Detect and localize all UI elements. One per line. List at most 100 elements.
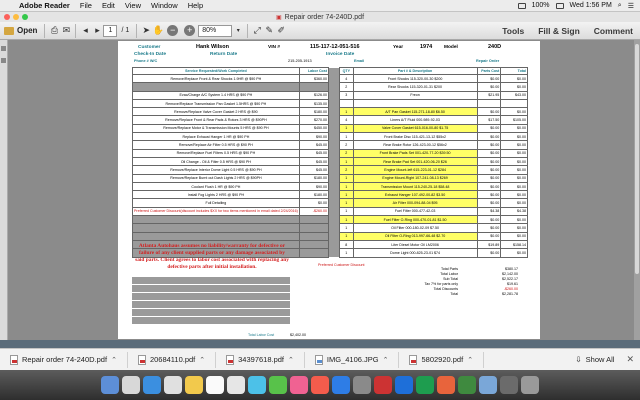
qty-cell: 2 (338, 165, 354, 175)
tools-button[interactable]: Tools (495, 26, 531, 36)
pdf-file-icon (10, 354, 18, 365)
zoom-window-button[interactable] (22, 14, 28, 20)
total-cell: $0.00 (500, 107, 528, 117)
menubar-clock[interactable]: Wed 1:56 PM (570, 2, 612, 9)
menu-help[interactable]: Help (183, 1, 208, 10)
parts-cost-cell: $0.00 (476, 173, 502, 183)
app-store-icon[interactable] (332, 376, 350, 394)
zoom-level-select[interactable]: 80% (198, 24, 233, 37)
pdf-file-icon (409, 354, 418, 365)
vertical-scrollbar[interactable] (634, 40, 640, 340)
menu-app-name[interactable]: Adobe Reader (14, 1, 75, 10)
page-up-icon[interactable]: ◂ (79, 25, 91, 37)
service-cell: Full Detailing (132, 198, 300, 208)
wifi-icon[interactable] (517, 2, 526, 9)
battery-icon[interactable] (555, 2, 564, 9)
safari-icon[interactable] (143, 376, 161, 394)
notes-icon[interactable] (185, 376, 203, 394)
customer-name: Hank Wilson (196, 44, 229, 50)
service-cell: Remove/Replace Interior Dome Light 0.5 H… (132, 165, 300, 175)
word-icon[interactable] (395, 376, 413, 394)
fill-sign-button[interactable]: Fill & Sign (531, 26, 587, 36)
email-icon[interactable]: ✉ (60, 25, 72, 37)
column-gap (328, 248, 340, 258)
qty-cell: 1 (338, 190, 354, 200)
menu-view[interactable]: View (120, 1, 146, 10)
contacts-icon[interactable] (227, 376, 245, 394)
labor-cost-cell (298, 239, 329, 250)
comment-icon[interactable]: ✎ (263, 25, 275, 37)
finder-icon[interactable] (101, 376, 119, 394)
parts-cost-cell: $0.00 (476, 215, 502, 225)
show-all-button[interactable]: ⇩ Show All (569, 355, 620, 364)
facetime-icon[interactable] (269, 376, 287, 394)
document-view[interactable]: Customer Hank Wilson VIN # 115-117-12-05… (8, 40, 640, 340)
parts-cost-cell: $0.00 (476, 156, 502, 167)
download-item[interactable]: IMG_4106.JPG ⌃ (305, 351, 400, 368)
page-number-input[interactable]: 1 (103, 24, 118, 37)
attachments-panel-icon[interactable] (1, 58, 6, 63)
trash-icon[interactable] (521, 376, 539, 394)
zoom-out-button[interactable]: − (167, 25, 179, 36)
total-cell: $0.00 (500, 181, 528, 192)
page-down-icon[interactable]: ▸ (91, 25, 103, 37)
service-cell: Preferred Customer Discount(discount inc… (132, 206, 300, 217)
pages-panel-icon[interactable] (1, 46, 6, 51)
messages-icon[interactable] (248, 376, 266, 394)
download-item[interactable]: 20684110.pdf ⌃ (128, 351, 217, 368)
open-button[interactable]: Open (0, 24, 41, 38)
comment-button[interactable]: Comment (587, 26, 640, 36)
chevron-up-icon[interactable]: ⌃ (111, 356, 117, 364)
chevron-up-icon[interactable]: ⌃ (383, 356, 389, 364)
menu-edit[interactable]: Edit (97, 1, 120, 10)
mail-icon[interactable] (164, 376, 182, 394)
close-downloads-icon[interactable]: ✕ (620, 354, 640, 365)
hand-tool-icon[interactable]: ✋ (152, 25, 164, 37)
chevron-up-icon[interactable]: ⌃ (467, 356, 473, 364)
column-gap (328, 124, 340, 133)
menu-window[interactable]: Window (146, 1, 183, 10)
download-item[interactable]: Repair order 74-240D.pdf ⌃ (0, 351, 128, 368)
calendar-icon[interactable] (206, 376, 224, 394)
preview-icon[interactable] (479, 376, 497, 394)
music-icon[interactable] (311, 376, 329, 394)
launchpad-icon[interactable] (122, 376, 140, 394)
search-icon[interactable]: ⌕ (618, 2, 622, 10)
chrome-icon[interactable] (458, 376, 476, 394)
menu-file[interactable]: File (75, 1, 97, 10)
download-item[interactable]: 34397618.pdf ⌃ (216, 351, 305, 368)
highlight-icon[interactable]: ✐ (275, 25, 287, 37)
service-cell (132, 231, 300, 241)
table-row: Oil Change - Oil & Filter 0.5 HRS @ $90 … (132, 156, 528, 167)
acrobat-reader-icon[interactable] (374, 376, 392, 394)
column-gap (328, 99, 340, 108)
excel-icon[interactable] (416, 376, 434, 394)
labor-cost-cell: $90.00 (298, 181, 329, 192)
battery-percent[interactable]: 100% (532, 2, 550, 9)
column-gap (328, 132, 340, 141)
zoom-in-button[interactable]: + (184, 25, 196, 36)
scrollbar-thumb[interactable] (635, 44, 639, 274)
powerpoint-icon[interactable] (437, 376, 455, 394)
downloads-stack-icon[interactable] (500, 376, 518, 394)
blank-row (132, 317, 290, 324)
minimize-window-button[interactable] (13, 14, 19, 20)
print-icon[interactable]: ⎙ (48, 25, 60, 37)
parts-cost-cell: $19.89 (476, 239, 502, 250)
chevron-up-icon[interactable]: ⌃ (199, 356, 205, 364)
zoom-dropdown-icon[interactable]: ▾ (232, 25, 244, 37)
close-window-button[interactable] (4, 14, 10, 20)
total-cell: $43.00 (500, 90, 528, 100)
chevron-up-icon[interactable]: ⌃ (288, 356, 294, 364)
qty-cell: 1 (338, 198, 354, 208)
parts-cost-cell: $0.00 (476, 223, 502, 233)
system-preferences-icon[interactable] (353, 376, 371, 394)
photos-icon[interactable] (290, 376, 308, 394)
notification-icon[interactable]: ☰ (628, 2, 634, 10)
fit-page-icon[interactable]: ⤢ (251, 25, 263, 37)
total-cell: $0.00 (500, 132, 528, 142)
select-cursor-icon[interactable]: ➤ (140, 25, 152, 37)
total-cell: $0.00 (500, 82, 528, 92)
total-cell: $0.00 (500, 223, 528, 233)
download-item[interactable]: 5802920.pdf ⌃ (399, 351, 485, 368)
